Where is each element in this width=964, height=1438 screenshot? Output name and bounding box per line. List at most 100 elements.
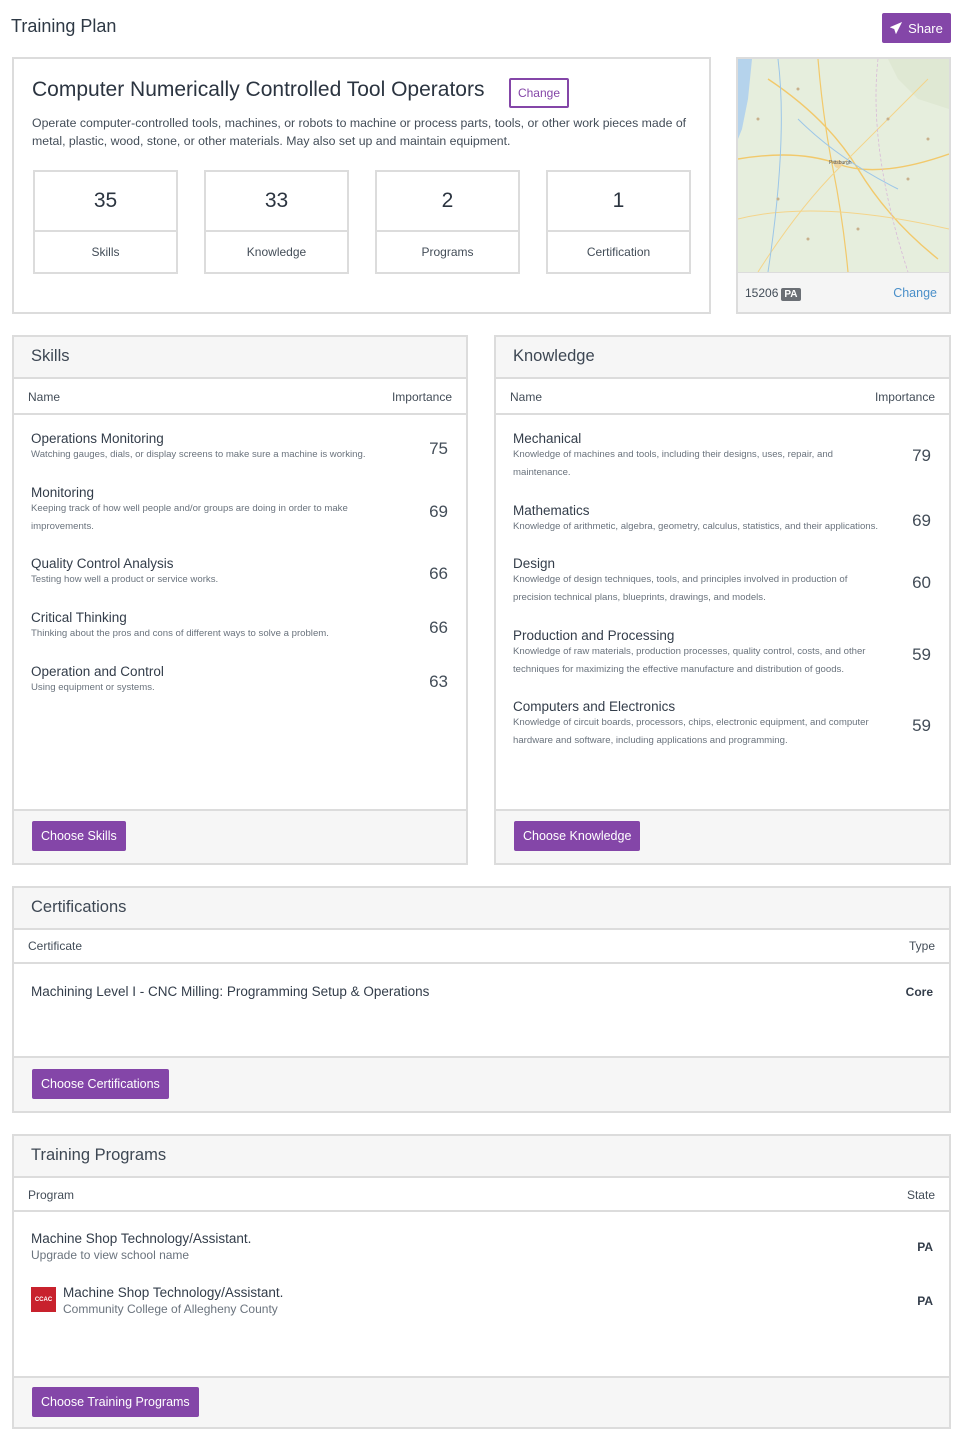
table-row[interactable]: CCAC Machine Shop Technology/Assistant. … bbox=[31, 1285, 949, 1316]
location-map[interactable]: Pittsburgh bbox=[738, 59, 949, 272]
column-name: Name bbox=[28, 390, 61, 404]
panel-footer: Choose Knowledge bbox=[496, 809, 949, 863]
stat-label: Knowledge bbox=[246, 245, 307, 259]
list-item: Operations Monitoring Watching gauges, d… bbox=[31, 431, 452, 464]
item-description: Using equipment or systems. bbox=[31, 682, 155, 693]
item-name: Operations Monitoring bbox=[31, 431, 164, 446]
table-header: Name Importance bbox=[14, 379, 466, 415]
location-footer: 15206 PA Change bbox=[738, 272, 949, 312]
column-state: State bbox=[906, 1188, 935, 1202]
list-item: Mathematics Knowledge of arithmetic, alg… bbox=[513, 503, 935, 536]
panel-title: Skills bbox=[31, 347, 70, 365]
choose-training-programs-button[interactable]: Choose Training Programs bbox=[32, 1387, 199, 1417]
item-name: Quality Control Analysis bbox=[31, 556, 174, 571]
knowledge-panel: Knowledge Name Importance Mechanical Kno… bbox=[494, 335, 951, 865]
column-type: Type bbox=[908, 939, 935, 953]
paper-plane-icon bbox=[890, 22, 903, 34]
choose-knowledge-button[interactable]: Choose Knowledge bbox=[514, 821, 641, 851]
item-description: Knowledge of circuit boards, processors,… bbox=[513, 717, 869, 746]
importance-value: 75 bbox=[429, 439, 448, 458]
change-location-link[interactable]: Change bbox=[893, 286, 937, 300]
item-description: Knowledge of design techniques, tools, a… bbox=[513, 574, 848, 603]
choose-skills-button[interactable]: Choose Skills bbox=[32, 821, 126, 851]
importance-value: 63 bbox=[429, 672, 448, 691]
program-state: PA bbox=[917, 1294, 933, 1308]
item-description: Knowledge of raw materials, production p… bbox=[513, 646, 866, 675]
column-program: Program bbox=[28, 1188, 75, 1202]
stat-programs: 2 Programs bbox=[375, 170, 520, 274]
column-certificate: Certificate bbox=[28, 939, 83, 953]
program-state: PA bbox=[917, 1240, 933, 1254]
importance-value: 66 bbox=[429, 564, 448, 583]
state-badge: PA bbox=[781, 288, 801, 301]
importance-value: 66 bbox=[429, 618, 448, 637]
item-name: Production and Processing bbox=[513, 628, 675, 643]
importance-value: 69 bbox=[912, 511, 931, 530]
column-name: Name bbox=[510, 390, 543, 404]
item-description: Knowledge of arithmetic, algebra, geomet… bbox=[513, 521, 879, 532]
importance-value: 69 bbox=[429, 502, 448, 521]
stat-value: 2 bbox=[377, 172, 518, 232]
item-description: Knowledge of machines and tools, includi… bbox=[513, 449, 833, 478]
list-item: Critical Thinking Thinking about the pro… bbox=[31, 610, 452, 643]
stat-label: Skills bbox=[91, 245, 120, 259]
list-item: Design Knowledge of design techniques, t… bbox=[513, 556, 935, 607]
stat-value: 35 bbox=[35, 172, 176, 232]
training-programs-panel: Training Programs Program State Machine … bbox=[12, 1134, 951, 1429]
item-description: Thinking about the pros and cons of diff… bbox=[31, 628, 329, 639]
item-name: Mechanical bbox=[513, 431, 582, 446]
list-item: Quality Control Analysis Testing how wel… bbox=[31, 556, 452, 589]
school-name: Upgrade to view school name bbox=[31, 1248, 190, 1262]
location-card: Pittsburgh 15206 PA Change bbox=[736, 57, 951, 314]
panel-footer: Choose Training Programs bbox=[14, 1376, 949, 1427]
stat-label: Programs bbox=[421, 245, 474, 259]
occupation-card: Computer Numerically Controlled Tool Ope… bbox=[12, 57, 711, 314]
panel-footer: Choose Skills bbox=[14, 809, 466, 863]
certifications-panel: Certifications Certificate Type Machinin… bbox=[12, 886, 951, 1113]
list-item: Monitoring Keeping track of how well peo… bbox=[31, 485, 452, 536]
importance-value: 59 bbox=[912, 645, 931, 664]
choose-certifications-button[interactable]: Choose Certifications bbox=[32, 1069, 169, 1099]
table-header: Name Importance bbox=[496, 379, 949, 415]
item-name: Computers and Electronics bbox=[513, 699, 676, 714]
item-name: Mathematics bbox=[513, 503, 590, 518]
change-occupation-button[interactable]: Change bbox=[509, 78, 569, 108]
certificate-type: Core bbox=[905, 985, 933, 999]
occupation-description: Operate computer-controlled tools, machi… bbox=[32, 116, 687, 148]
map-city-label: Pittsburgh bbox=[829, 160, 852, 166]
school-name: Community College of Allegheny County bbox=[63, 1302, 278, 1316]
program-name: Machine Shop Technology/Assistant. bbox=[31, 1231, 252, 1246]
table-row: Machining Level I - CNC Milling: Program… bbox=[31, 984, 949, 999]
stat-value: 33 bbox=[206, 172, 347, 232]
stat-knowledge: 33 Knowledge bbox=[204, 170, 349, 274]
item-name: Design bbox=[513, 556, 556, 571]
share-button[interactable]: Share bbox=[882, 13, 951, 43]
zip-code: 15206 PA bbox=[745, 286, 801, 301]
importance-value: 79 bbox=[912, 446, 931, 465]
column-importance: Importance bbox=[874, 390, 935, 404]
stat-value: 1 bbox=[548, 172, 689, 232]
table-row[interactable]: Machine Shop Technology/Assistant. Upgra… bbox=[31, 1231, 949, 1262]
list-item: Mechanical Knowledge of machines and too… bbox=[513, 431, 935, 482]
stat-skills: 35 Skills bbox=[33, 170, 178, 274]
map-image: Pittsburgh bbox=[738, 59, 949, 272]
program-name: Machine Shop Technology/Assistant. bbox=[63, 1285, 284, 1300]
stat-certification: 1 Certification bbox=[546, 170, 691, 274]
item-name: Monitoring bbox=[31, 485, 95, 500]
list-item: Operation and Control Using equipment or… bbox=[31, 664, 452, 697]
importance-value: 59 bbox=[912, 716, 931, 735]
certificate-name: Machining Level I - CNC Milling: Program… bbox=[31, 984, 430, 999]
item-name: Critical Thinking bbox=[31, 610, 127, 625]
school-logo: CCAC bbox=[31, 1287, 56, 1312]
page-title: Training Plan bbox=[11, 16, 117, 36]
table-header: Program State bbox=[14, 1178, 949, 1212]
importance-value: 60 bbox=[912, 573, 931, 592]
occupation-title: Computer Numerically Controlled Tool Ope… bbox=[32, 78, 485, 101]
stat-label: Certification bbox=[586, 245, 651, 259]
skills-panel: Skills Name Importance Operations Monito… bbox=[12, 335, 468, 865]
item-description: Testing how well a product or service wo… bbox=[31, 574, 219, 585]
table-header: Certificate Type bbox=[14, 930, 949, 964]
panel-title: Certifications bbox=[31, 898, 127, 916]
item-description: Keeping track of how well people and/or … bbox=[31, 503, 348, 532]
panel-footer: Choose Certifications bbox=[14, 1056, 949, 1111]
